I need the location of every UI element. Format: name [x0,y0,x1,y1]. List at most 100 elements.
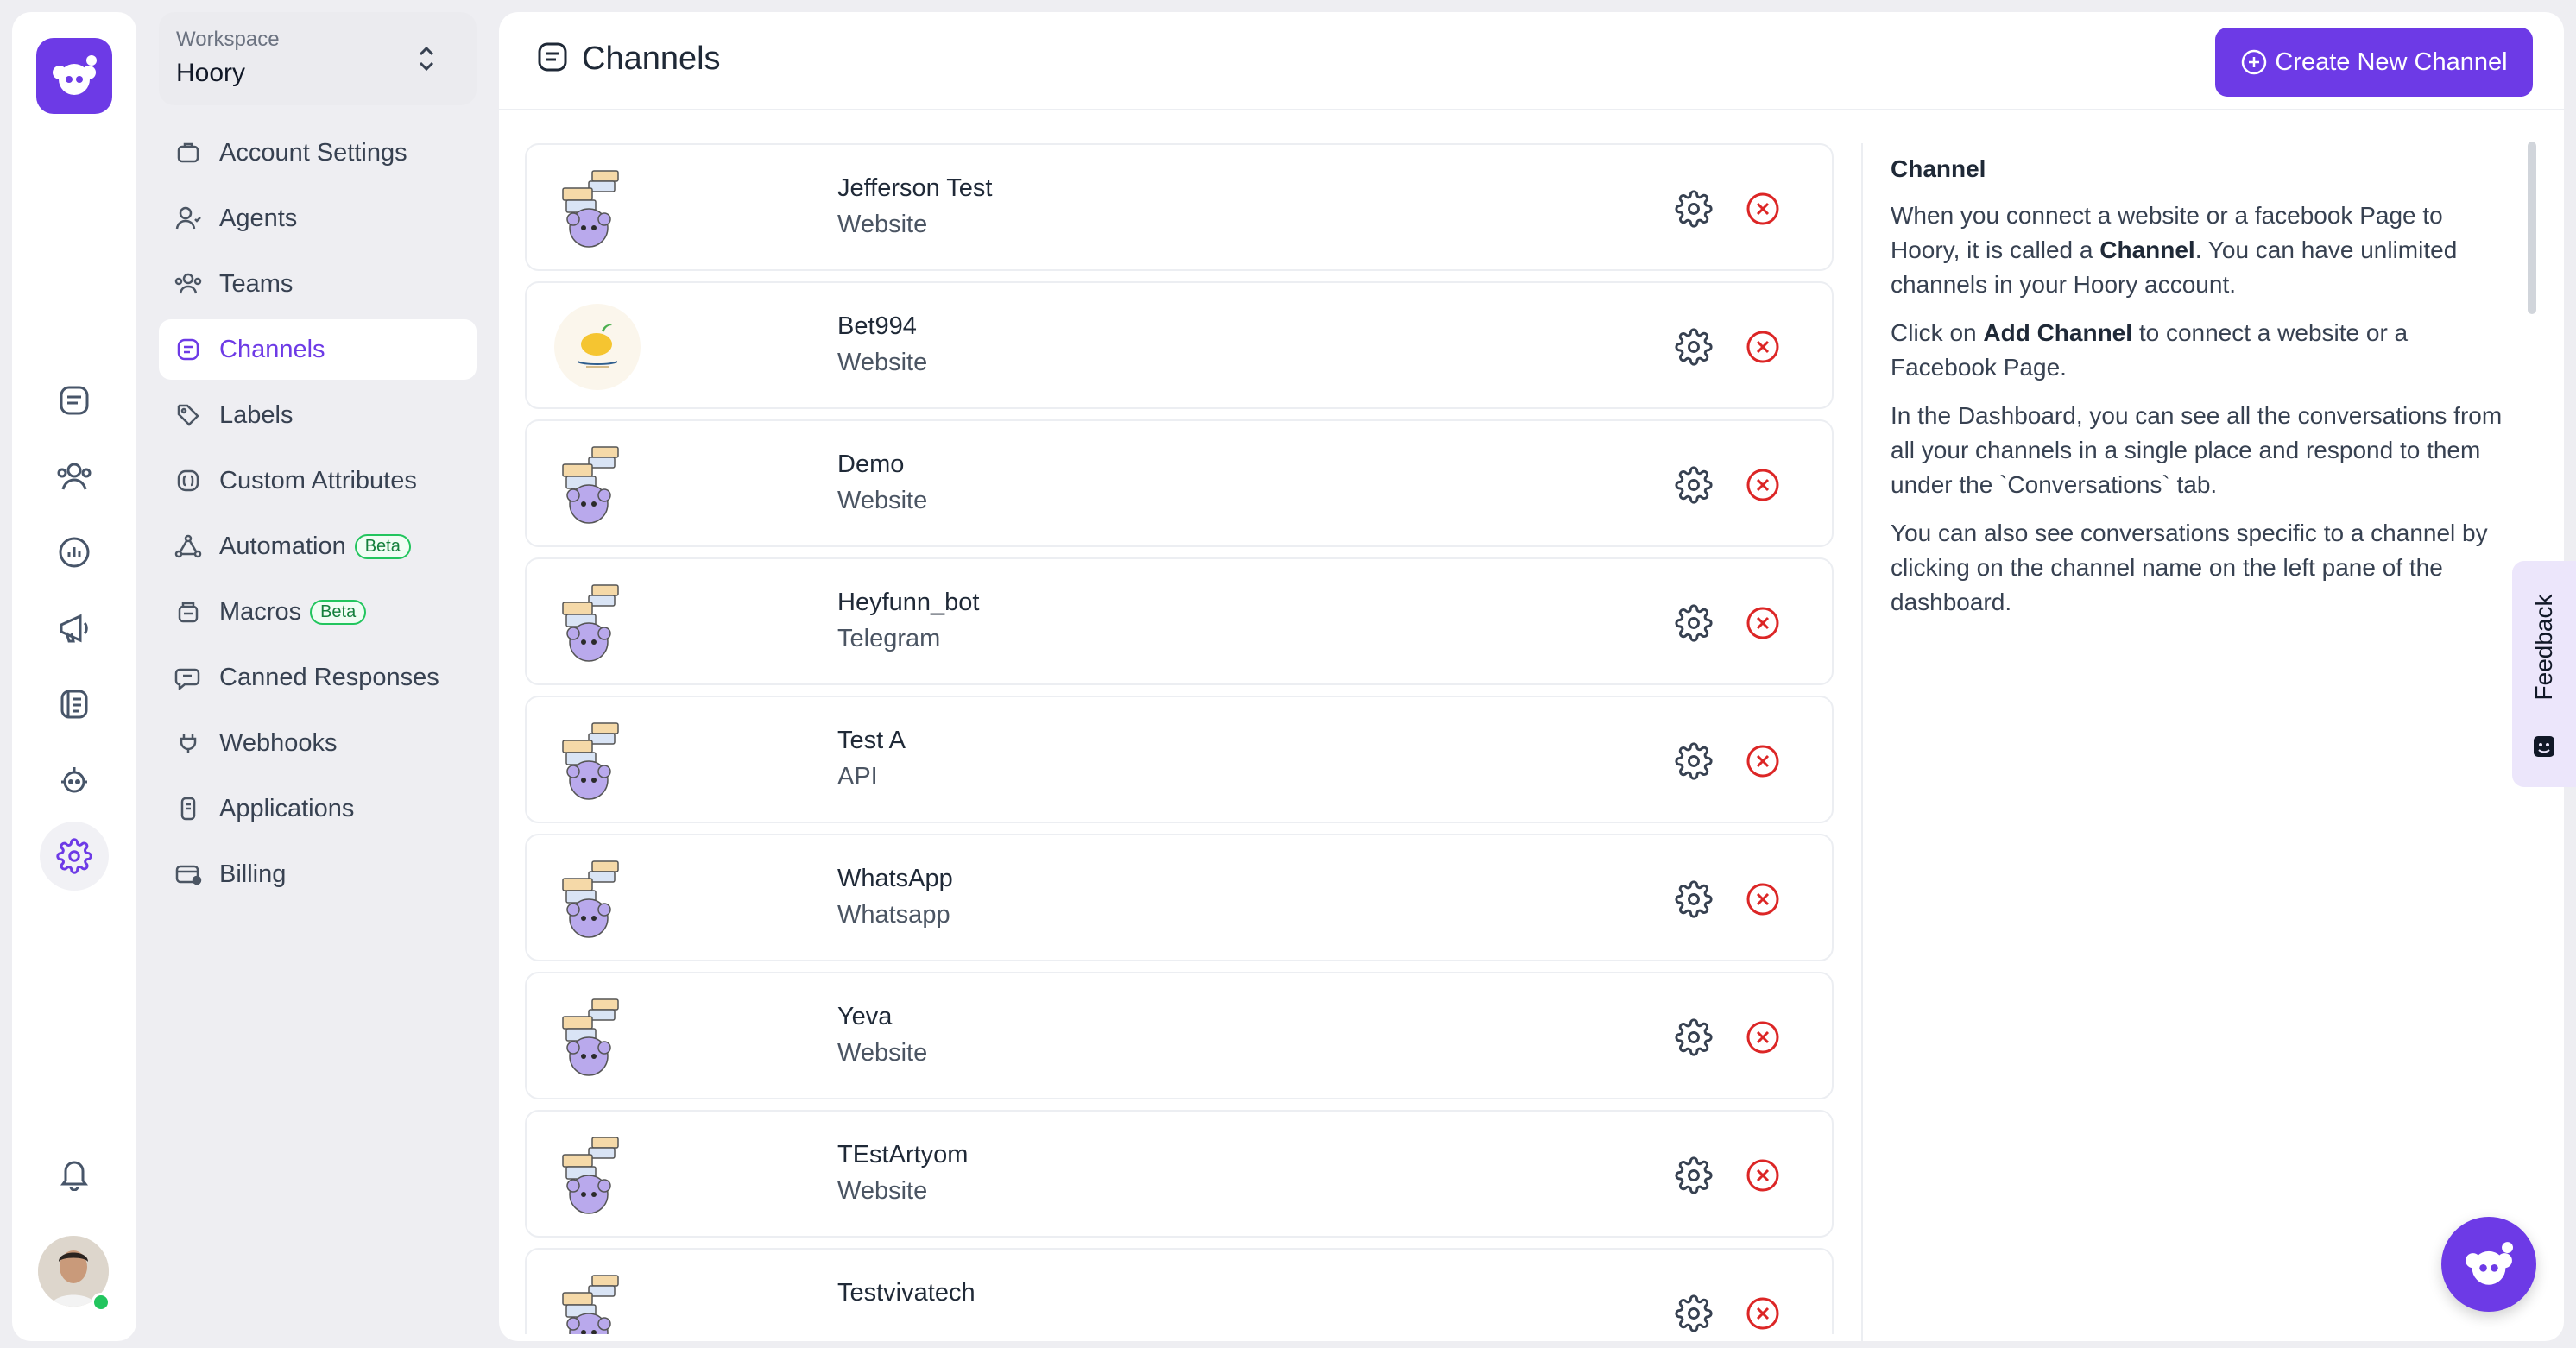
channels-panel: Channels Create New Channel Jefferson Te… [499,12,2564,1341]
channel-type: Website [837,349,928,376]
gear-icon[interactable] [1675,880,1713,923]
feedback-tab[interactable]: Feedback [2512,561,2576,787]
tag-icon [173,400,204,431]
help-center-icon[interactable] [40,670,109,739]
settings-icon[interactable] [40,822,109,891]
code-icon [173,465,204,496]
contacts-icon[interactable] [40,442,109,511]
channel-avatar [554,167,637,250]
conversations-icon[interactable] [40,366,109,435]
channel-type: Website [837,1039,928,1067]
gear-icon[interactable] [1675,604,1713,646]
channel-type: Website [837,211,928,238]
table-row[interactable]: Bet994 Website [525,281,1834,409]
gear-icon[interactable] [1675,190,1713,232]
settings-sidebar: Workspace Hoory Account Settings Agents … [138,0,501,1348]
channel-type: Website [837,487,928,514]
sidebar-item-label: Automation [219,532,346,560]
delete-icon[interactable] [1744,604,1782,646]
sidebar-item-canned-responses[interactable]: Canned Responses [159,647,477,708]
gear-icon[interactable] [1675,328,1713,370]
channel-list: Jefferson Test Website Bet994 Website Demo… [525,143,1834,1334]
gear-icon[interactable] [1675,742,1713,784]
campaigns-icon[interactable] [40,594,109,663]
sidebar-item-teams[interactable]: Teams [159,254,477,314]
sidebar-item-applications[interactable]: Applications [159,778,477,839]
table-row[interactable]: Jefferson Test Website [525,143,1834,271]
table-row[interactable]: TEstArtyom Website [525,1110,1834,1238]
info-scrollbar[interactable] [2528,142,2536,314]
channel-avatar [554,720,637,803]
page-header: Channels Create New Channel [499,12,2564,110]
channel-type: Telegram [837,625,941,652]
table-row[interactable]: Testvivatech [525,1248,1834,1334]
flow-icon [173,531,204,562]
delete-icon[interactable] [1744,328,1782,370]
sidebar-item-agents[interactable]: Agents [159,188,477,249]
sidebar-item-billing[interactable]: Billing [159,844,477,904]
table-row[interactable]: Heyfunn_bot Telegram [525,557,1834,685]
channel-avatar [554,444,637,526]
sidebar-item-label: Applications [219,794,355,822]
delete-icon[interactable] [1744,880,1782,923]
card-icon [173,859,204,890]
plug-icon [173,728,204,759]
feedback-icon [2531,734,2557,764]
sidebar-item-custom-attributes[interactable]: Custom Attributes [159,450,477,511]
delete-icon[interactable] [1744,1294,1782,1334]
sidebar-item-labels[interactable]: Labels [159,385,477,445]
gear-icon[interactable] [1675,1018,1713,1061]
delete-icon[interactable] [1744,190,1782,232]
sidebar-item-automation[interactable]: Automation Beta [159,516,477,576]
sidebar-item-macros[interactable]: Macros Beta [159,582,477,642]
workspace-switcher[interactable]: Workspace Hoory [159,12,477,105]
plus-circle-icon [2240,48,2268,76]
info-paragraph-3: In the Dashboard, you can see all the co… [1891,402,2503,498]
channel-type: API [837,763,878,791]
sidebar-item-label: Custom Attributes [219,466,417,494]
online-status-indicator [92,1293,110,1312]
channel-avatar [554,582,637,665]
sidebar-item-label: Canned Responses [219,663,439,691]
info-paragraph-2: Click on Add Channel to connect a websit… [1891,319,2409,381]
sidebar-item-label: Account Settings [219,138,407,167]
channel-name: Heyfunn_bot [837,589,980,616]
table-row[interactable]: Test A API [525,696,1834,823]
channel-name: WhatsApp [837,865,953,892]
bot-icon[interactable] [40,746,109,815]
channel-type: Website [837,1177,928,1205]
gear-icon[interactable] [1675,466,1713,508]
channel-name: Jefferson Test [837,174,993,202]
gear-icon[interactable] [1675,1156,1713,1199]
reports-icon[interactable] [40,518,109,587]
info-paragraph-1: When you connect a website or a facebook… [1891,202,2458,298]
macro-icon [173,596,204,627]
sidebar-item-account-settings[interactable]: Account Settings [159,123,477,183]
sidebar-item-label: Macros [219,597,302,626]
hoory-bot-icon [2466,1242,2513,1285]
channel-type: Whatsapp [837,901,950,929]
chevron-up-down-icon [416,43,437,79]
channel-avatar [554,996,637,1079]
gear-icon[interactable] [1675,1294,1713,1334]
chat-launcher-button[interactable] [2441,1217,2536,1312]
hoory-logo[interactable] [36,38,112,114]
create-new-channel-button[interactable]: Create New Channel [2215,28,2533,97]
channel-name: Yeva [837,1003,893,1030]
table-row[interactable]: Yeva Website [525,972,1834,1099]
table-row[interactable]: WhatsApp Whatsapp [525,834,1834,961]
beta-badge: Beta [310,599,367,625]
channel-avatar [554,1134,637,1217]
delete-icon[interactable] [1744,1018,1782,1061]
channel-avatar [554,1272,637,1334]
notifications-bell-icon[interactable] [40,1139,109,1208]
table-row[interactable]: Demo Website [525,419,1834,547]
icon-rail [12,12,136,1341]
delete-icon[interactable] [1744,742,1782,784]
sidebar-item-channels[interactable]: Channels [159,319,477,380]
channel-info-panel: Channel When you connect a website or a … [1891,152,2512,633]
info-paragraph-4: You can also see conversations specific … [1891,520,2488,615]
sidebar-item-webhooks[interactable]: Webhooks [159,713,477,773]
delete-icon[interactable] [1744,1156,1782,1199]
delete-icon[interactable] [1744,466,1782,508]
